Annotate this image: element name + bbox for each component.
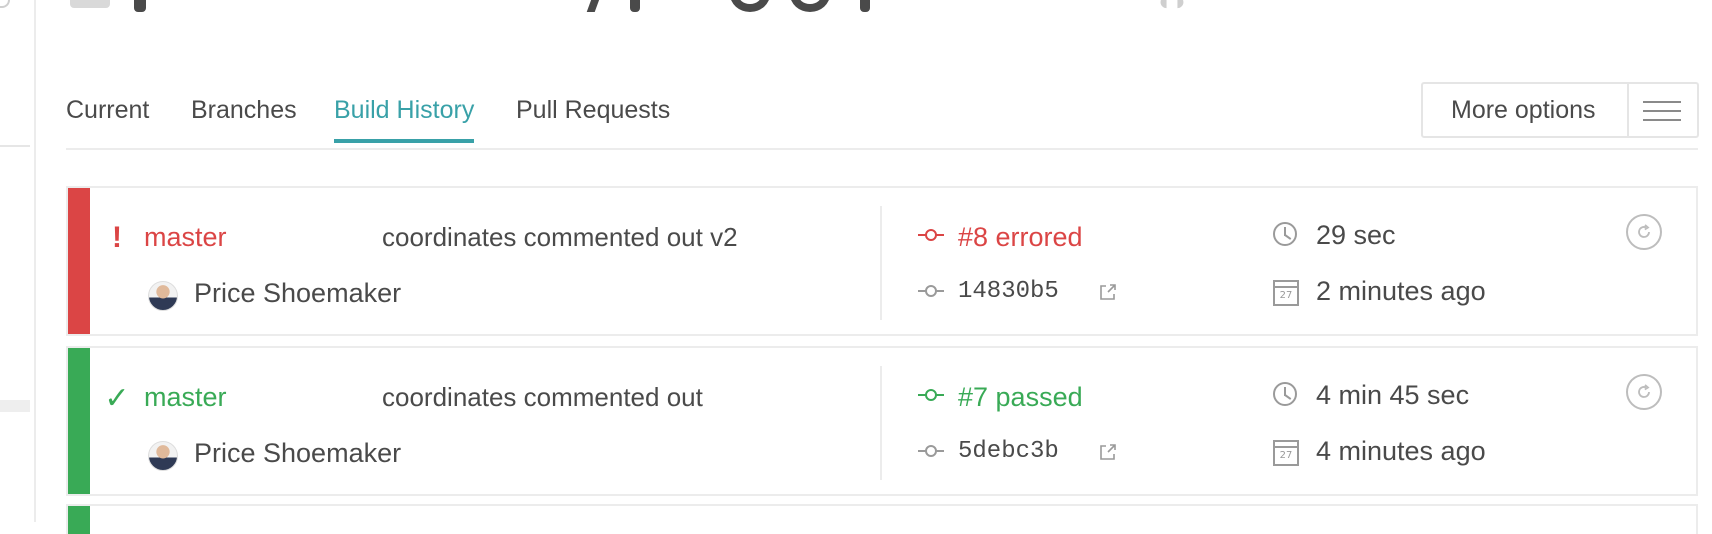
status-bar-passed bbox=[68, 348, 90, 494]
more-options-label: More options bbox=[1451, 95, 1596, 124]
build-finished-time: 4 minutes ago bbox=[1316, 436, 1486, 466]
build-finished-time: 2 minutes ago bbox=[1316, 276, 1486, 306]
row-divider bbox=[880, 206, 882, 320]
sidebar-divider bbox=[0, 400, 30, 412]
external-link-icon[interactable] bbox=[1098, 282, 1118, 302]
tab-branches[interactable]: Branches bbox=[191, 96, 297, 143]
build-row[interactable]: ! master coordinates commented out v2 Pr… bbox=[66, 186, 1698, 336]
commit-message: coordinates commented out v2 bbox=[382, 222, 738, 252]
external-link-icon[interactable] bbox=[1098, 442, 1118, 462]
errored-icon: ! bbox=[112, 221, 122, 254]
clock-icon bbox=[1273, 382, 1297, 406]
build-row[interactable]: ✓ master coordinates commented out Price… bbox=[66, 346, 1698, 496]
calendar-icon: 27 bbox=[1273, 280, 1299, 306]
commit-sha-link[interactable]: 5debc3b bbox=[958, 438, 1059, 465]
branch-link[interactable]: master bbox=[144, 222, 227, 253]
build-commit-icon bbox=[918, 228, 944, 242]
build-duration: 29 sec bbox=[1316, 220, 1396, 250]
repository-title-fragment bbox=[70, 0, 1220, 12]
tab-build-history[interactable]: Build History bbox=[334, 96, 475, 143]
build-row[interactable] bbox=[66, 504, 1698, 534]
status-bar-errored bbox=[68, 188, 90, 334]
restart-build-icon[interactable] bbox=[1626, 374, 1662, 410]
branch-link[interactable]: master bbox=[144, 382, 227, 413]
status-bar-passed bbox=[68, 506, 90, 534]
passed-check-icon: ✓ bbox=[104, 382, 130, 415]
build-duration: 4 min 45 sec bbox=[1316, 380, 1470, 410]
repo-icon bbox=[70, 0, 110, 8]
commit-author: Price Shoemaker bbox=[194, 278, 402, 308]
left-sidebar-edge bbox=[0, 0, 36, 522]
hamburger-menu-icon bbox=[1627, 84, 1697, 136]
build-commit-icon bbox=[918, 388, 944, 402]
commit-author: Price Shoemaker bbox=[194, 438, 402, 468]
star-icon[interactable]: ◖◗ bbox=[1155, 0, 1197, 15]
build-number-link[interactable]: #8 errored bbox=[958, 222, 1083, 253]
tab-pull-requests[interactable]: Pull Requests bbox=[516, 96, 670, 143]
avatar bbox=[148, 441, 178, 471]
commit-icon bbox=[918, 284, 944, 298]
commit-icon bbox=[918, 444, 944, 458]
more-options-button[interactable]: More options bbox=[1421, 82, 1699, 138]
commit-sha-link[interactable]: 14830b5 bbox=[958, 278, 1059, 305]
clock-icon bbox=[1273, 222, 1297, 246]
sidebar-divider bbox=[0, 145, 30, 147]
build-number-link[interactable]: #7 passed bbox=[958, 382, 1083, 413]
row-divider bbox=[880, 366, 882, 480]
calendar-icon: 27 bbox=[1273, 440, 1299, 466]
restart-build-icon[interactable] bbox=[1626, 214, 1662, 250]
commit-message: coordinates commented out bbox=[382, 382, 703, 412]
avatar bbox=[148, 281, 178, 311]
tab-current[interactable]: Current bbox=[66, 96, 149, 143]
tabs-divider bbox=[66, 148, 1698, 150]
sidebar-fragment bbox=[0, 0, 10, 8]
